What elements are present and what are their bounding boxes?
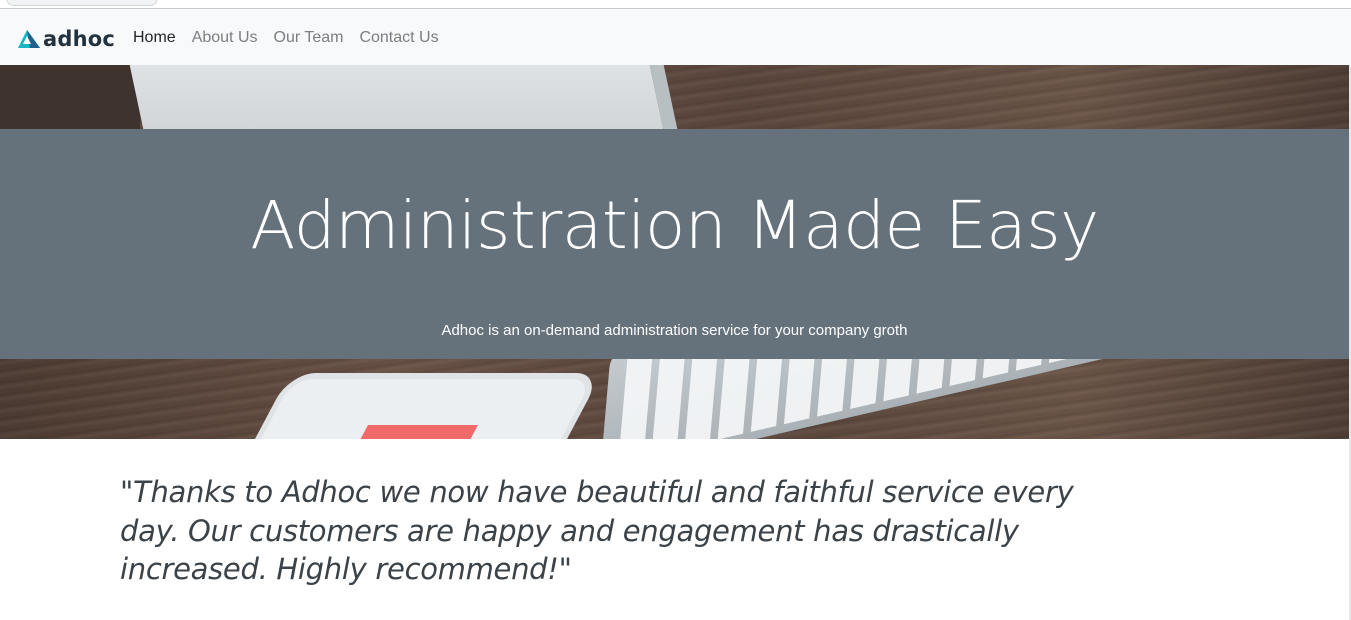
testimonial-quote: "Thanks to Adhoc we now have beautiful a… <box>120 475 1074 586</box>
nav-item-home[interactable]: Home <box>125 26 184 50</box>
adhoc-logo-icon <box>18 30 40 48</box>
brand-logo-link[interactable]: adhoc <box>16 25 115 53</box>
browser-tab-stub[interactable] <box>6 0 158 6</box>
nav-item-contact-us[interactable]: Contact Us <box>351 26 446 50</box>
brand-name: adhoc <box>43 27 116 51</box>
nav-menu: Home About Us Our Team Contact Us <box>125 26 447 50</box>
hero-bg-shadow <box>0 65 140 135</box>
browser-top-strip <box>0 0 1351 9</box>
nav-item-about-us[interactable]: About Us <box>184 26 266 50</box>
nav-item-our-team[interactable]: Our Team <box>266 26 352 50</box>
hero-title: Administration Made Easy <box>250 187 1099 264</box>
navbar: adhoc Home About Us Our Team Contact Us <box>0 9 1351 65</box>
hero-subtitle: Adhoc is an on-demand administration ser… <box>441 322 908 339</box>
hero-bg-tablet-screen <box>352 425 478 439</box>
hero-section: Administration Made Easy Adhoc is an on-… <box>0 65 1349 439</box>
hero-bg-monitor <box>125 65 679 135</box>
